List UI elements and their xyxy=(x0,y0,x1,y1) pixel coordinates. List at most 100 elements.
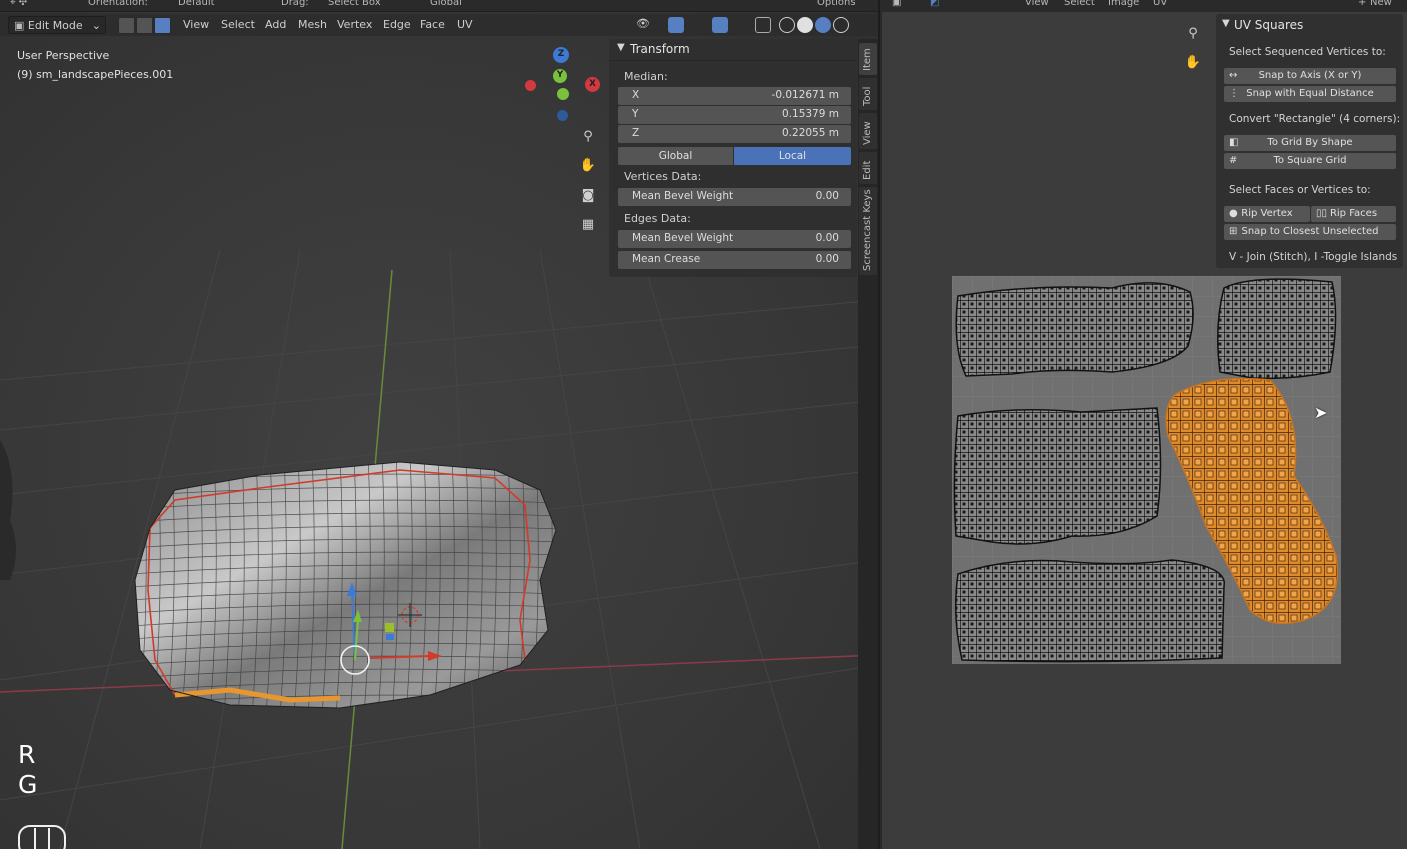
gizmo-z-label: Z xyxy=(557,49,565,59)
camera-icon[interactable]: ◙ xyxy=(577,185,599,207)
tab-tool[interactable]: Tool xyxy=(859,78,877,110)
vertex-bevel-weight-field[interactable]: Mean Bevel Weight 0.00 xyxy=(618,188,851,206)
gizmo-y-label: Y xyxy=(556,70,564,80)
gizmo-toggle-icon[interactable] xyxy=(668,17,684,33)
orientation-dropdown[interactable]: Default xyxy=(178,0,215,8)
uv-editor[interactable]: ▣ ◩ View Select Image UV + New ⚲ ✋ ▼ UV … xyxy=(880,0,1407,849)
convert-rectangle-label: Convert "Rectangle" (4 corners): xyxy=(1229,113,1401,125)
snap-equal-distance-button[interactable]: ⋮ Snap with Equal Distance xyxy=(1224,86,1396,102)
menu-select[interactable]: Select xyxy=(216,16,260,34)
menu-add[interactable]: Add xyxy=(260,16,291,34)
uv-menu-uv[interactable]: UV xyxy=(1153,0,1167,8)
transform-pivot-icon[interactable]: ⌖ ✣ xyxy=(10,0,27,8)
global-toggle[interactable]: Global xyxy=(618,147,733,165)
median-x-field[interactable]: X -0.012671 m xyxy=(618,87,851,105)
rip-vertex-button[interactable]: ● Rip Vertex xyxy=(1224,206,1310,222)
area-divider[interactable] xyxy=(880,12,882,849)
button-label: Rip Faces xyxy=(1329,208,1378,219)
drag-dropdown[interactable]: Select Box xyxy=(328,0,381,8)
mesh-edge xyxy=(545,462,553,708)
xray-toggle-icon[interactable] xyxy=(755,17,771,33)
menu-vertex[interactable]: Vertex xyxy=(332,16,377,34)
uv-canvas[interactable] xyxy=(952,276,1341,664)
screencast-key-g: G xyxy=(18,770,38,799)
object-name: (9) sm_landscapePieces.001 xyxy=(17,68,174,81)
edge-crease-field[interactable]: Mean Crease 0.00 xyxy=(618,251,851,269)
tab-view[interactable]: View xyxy=(859,113,877,149)
collapse-arrow-icon: ▼ xyxy=(1222,18,1230,29)
perspective-grid-icon[interactable]: ▦ xyxy=(577,214,599,236)
mouse-cursor-icon: ➤ xyxy=(1314,403,1328,422)
button-label: Rip Vertex xyxy=(1241,208,1293,219)
orientation-label: Orientation: xyxy=(88,0,148,8)
menu-view[interactable]: View xyxy=(178,16,214,34)
snap-closest-unselected-button[interactable]: ⊞ Snap to Closest Unselected xyxy=(1224,224,1396,240)
vertical-dots-icon: ⋮ xyxy=(1229,88,1239,99)
edge-bevel-weight-field[interactable]: Mean Bevel Weight 0.00 xyxy=(618,230,851,248)
to-square-grid-button[interactable]: # To Square Grid xyxy=(1224,153,1396,169)
tab-label: View xyxy=(862,121,873,145)
3d-viewport[interactable]: ⌖ ✣ Orientation: Default Drag: Select Bo… xyxy=(0,0,878,849)
zoom-icon[interactable]: ⚲ xyxy=(577,126,599,148)
mode-label: Edit Mode xyxy=(27,19,83,32)
uv-squares-panel: ▼ UV Squares Select Sequenced Vertices t… xyxy=(1216,14,1403,268)
median-z-field[interactable]: Z 0.22055 m xyxy=(618,125,851,143)
tab-edit[interactable]: Edit xyxy=(859,152,877,184)
tab-label: Screencast Keys xyxy=(862,189,873,271)
field-value: 0.00 xyxy=(815,190,839,202)
options-dropdown[interactable]: Options xyxy=(817,0,856,8)
snap-to-axis-button[interactable]: ↔ Snap to Axis (X or Y) xyxy=(1224,68,1396,84)
edit-mode-icon: ▣ xyxy=(14,19,28,32)
vertex-select-button[interactable] xyxy=(118,17,135,34)
uv-zoom-icon[interactable]: ⚲ xyxy=(1182,23,1204,45)
rendered-shading-icon[interactable] xyxy=(833,17,849,33)
menu-face[interactable]: Face xyxy=(415,16,450,34)
editor-type-icon[interactable]: ▣ xyxy=(892,0,901,8)
pan-hand-icon[interactable]: ✋ xyxy=(577,155,599,177)
mode-selector[interactable]: ▣ Edit Mode ⌄ xyxy=(8,16,106,34)
tab-label: Tool xyxy=(862,86,873,106)
uv-squares-header[interactable]: ▼ UV Squares xyxy=(1216,14,1403,36)
axis-value: 0.15379 m xyxy=(782,108,839,120)
material-shading-icon[interactable] xyxy=(815,17,831,33)
overlay-toggle-icon[interactable] xyxy=(712,17,728,33)
tab-label: Item xyxy=(862,48,873,71)
button-label: To Grid By Shape xyxy=(1267,137,1353,148)
field-label: Mean Bevel Weight xyxy=(632,232,734,244)
keymap-hint: V - Join (Stitch), I -Toggle Islands xyxy=(1229,251,1398,263)
sync-selection-icon[interactable]: ◩ xyxy=(930,0,939,8)
menu-uv[interactable]: UV xyxy=(452,16,478,34)
sidebar-tabs: Item Tool View Edit Screencast Keys xyxy=(858,39,878,849)
uv-islands xyxy=(952,276,1341,664)
uv-menu-select[interactable]: Select xyxy=(1064,0,1095,8)
local-toggle[interactable]: Local xyxy=(734,147,851,165)
uv-menu-view[interactable]: View xyxy=(1025,0,1049,8)
face-select-button[interactable] xyxy=(154,17,171,34)
sequenced-vertices-label: Select Sequenced Vertices to: xyxy=(1229,46,1386,58)
menu-edge[interactable]: Edge xyxy=(378,16,416,34)
transform-panel-header[interactable]: ▼ Transform xyxy=(609,39,857,61)
menu-mesh[interactable]: Mesh xyxy=(293,16,332,34)
rip-faces-button[interactable]: ▯▯ Rip Faces xyxy=(1311,206,1396,222)
vertices-data-label: Vertices Data: xyxy=(624,170,702,183)
visibility-icon[interactable]: 👁 xyxy=(636,17,652,33)
to-grid-by-shape-button[interactable]: ◧ To Grid By Shape xyxy=(1224,135,1396,151)
viewport-header: ▣ Edit Mode ⌄ View Select Add Mesh Vertex… xyxy=(0,14,878,36)
uv-pan-hand-icon[interactable]: ✋ xyxy=(1182,52,1204,74)
viewport-top-toolbar: ⌖ ✣ Orientation: Default Drag: Select Bo… xyxy=(0,0,878,12)
tab-item[interactable]: Item xyxy=(859,43,877,75)
uv-menu-image[interactable]: Image xyxy=(1108,0,1139,8)
button-label: Snap to Axis (X or Y) xyxy=(1258,70,1362,81)
new-image-button[interactable]: New xyxy=(1370,0,1392,8)
button-label: Snap with Equal Distance xyxy=(1246,88,1374,99)
plus-icon[interactable]: + xyxy=(1358,0,1366,8)
solid-shading-icon[interactable] xyxy=(797,17,813,33)
tab-screencast-keys[interactable]: Screencast Keys xyxy=(859,187,877,275)
horizontal-arrows-icon: ↔ xyxy=(1229,70,1238,81)
median-y-field[interactable]: Y 0.15379 m xyxy=(618,106,851,124)
wireframe-shading-icon[interactable] xyxy=(779,17,795,33)
transform-orientation-dropdown[interactable]: Global xyxy=(430,0,462,8)
view-name: User Perspective xyxy=(17,49,110,62)
edge-select-button[interactable] xyxy=(136,17,153,34)
tab-label: Edit xyxy=(862,160,873,180)
